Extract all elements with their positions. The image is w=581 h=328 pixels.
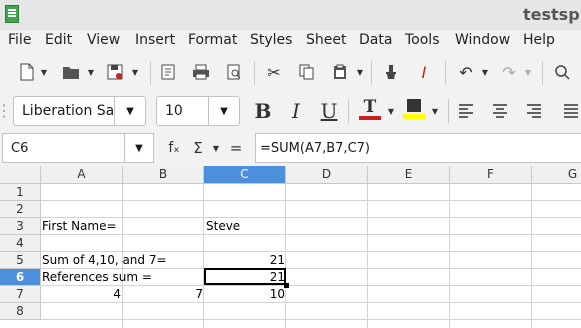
- menu-data[interactable]: Data: [359, 32, 392, 48]
- highlight-dropdown-icon[interactable]: ▼: [431, 99, 439, 123]
- menu-styles[interactable]: Styles: [250, 32, 292, 48]
- menu-format[interactable]: Format: [188, 32, 237, 48]
- active-cell-cursor: [204, 268, 286, 285]
- spreadsheet-grid[interactable]: A B C D E F G 1 2 3 4 5 6 7 8 First Name…: [0, 166, 581, 328]
- toolbar-grip-icon: ⋮: [0, 100, 12, 120]
- formatting-toolbar: ⋮ Liberation Sa ▼ 10 ▼ B I U T ▼ ▼: [0, 93, 581, 129]
- export-pdf-icon[interactable]: [157, 60, 179, 84]
- undo-dropdown-icon[interactable]: ▼: [481, 60, 489, 84]
- formula-equals-icon[interactable]: =: [228, 136, 244, 160]
- column-header-g[interactable]: G: [532, 166, 581, 184]
- column-header-a[interactable]: A: [41, 166, 123, 184]
- paste-dropdown-icon[interactable]: ▼: [356, 60, 364, 84]
- title-bar: testspr: [0, 0, 581, 30]
- autofill-handle[interactable]: [284, 283, 289, 288]
- font-color-icon[interactable]: T: [358, 97, 382, 121]
- font-size-value[interactable]: 10: [165, 103, 183, 119]
- font-size-box[interactable]: 10 ▼: [156, 96, 240, 126]
- bold-icon[interactable]: B: [252, 99, 274, 123]
- redo-icon[interactable]: ↷: [498, 60, 520, 84]
- new-dropdown-icon[interactable]: ▼: [40, 60, 48, 84]
- row-header-7[interactable]: 7: [0, 286, 41, 303]
- clear-formatting-icon[interactable]: I: [413, 60, 435, 84]
- row-header-3[interactable]: 3: [0, 218, 41, 235]
- column-header-e[interactable]: E: [368, 166, 450, 184]
- cell-b7[interactable]: 7: [123, 286, 203, 302]
- menu-edit[interactable]: Edit: [45, 32, 72, 48]
- align-center-icon[interactable]: [489, 99, 511, 123]
- row-header-1[interactable]: 1: [0, 184, 41, 201]
- new-document-icon[interactable]: [16, 60, 38, 84]
- font-name-value[interactable]: Liberation Sa: [22, 103, 114, 119]
- name-box[interactable]: C6 ▼: [2, 133, 154, 163]
- undo-icon[interactable]: ↶: [455, 60, 477, 84]
- cell-a3[interactable]: First Name=: [42, 218, 202, 234]
- column-header-f[interactable]: F: [450, 166, 532, 184]
- sum-dropdown-icon[interactable]: ▼: [212, 136, 220, 160]
- cell-a7[interactable]: 4: [41, 286, 121, 302]
- highlight-color-icon[interactable]: [402, 97, 426, 121]
- row-header-8[interactable]: 8: [0, 303, 41, 320]
- font-color-dropdown-icon[interactable]: ▼: [387, 99, 395, 123]
- column-header-d[interactable]: D: [286, 166, 368, 184]
- redo-dropdown-icon[interactable]: ▼: [524, 60, 532, 84]
- print-icon[interactable]: [190, 60, 212, 84]
- print-preview-icon[interactable]: [223, 60, 245, 84]
- cell-c7[interactable]: 10: [204, 286, 285, 302]
- cell-reference[interactable]: C6: [11, 141, 28, 156]
- menu-window[interactable]: Window: [455, 32, 510, 48]
- menu-tools[interactable]: Tools: [405, 32, 440, 48]
- menu-bar: File Edit View Insert Format Styles Shee…: [0, 30, 581, 52]
- cell-c3[interactable]: Steve: [206, 218, 284, 234]
- open-folder-icon[interactable]: [60, 60, 82, 84]
- name-box-dropdown-icon[interactable]: ▼: [124, 134, 153, 162]
- save-dropdown-icon[interactable]: ▼: [131, 60, 139, 84]
- function-wizard-icon[interactable]: fₓ: [165, 136, 183, 160]
- sum-icon[interactable]: Σ: [190, 136, 206, 160]
- font-size-dropdown-icon[interactable]: ▼: [208, 97, 239, 125]
- menu-file[interactable]: File: [8, 32, 31, 48]
- calc-app-icon: [5, 5, 19, 23]
- row-header-5[interactable]: 5: [0, 252, 41, 269]
- clone-formatting-icon[interactable]: [380, 60, 402, 84]
- font-name-box[interactable]: Liberation Sa ▼: [13, 96, 146, 126]
- menu-insert[interactable]: Insert: [135, 32, 175, 48]
- font-name-dropdown-icon[interactable]: ▼: [114, 97, 145, 125]
- standard-toolbar: ▼ ▼ ▼ ✂ ▼ I ↶ ▼ ↷ ▼: [0, 55, 581, 91]
- italic-icon[interactable]: I: [285, 99, 307, 123]
- menu-help[interactable]: Help: [523, 32, 555, 48]
- row-header-2[interactable]: 2: [0, 201, 41, 218]
- formula-bar: C6 ▼ fₓ Σ ▼ = =SUM(A7,B7,C7): [0, 131, 581, 165]
- formula-text[interactable]: =SUM(A7,B7,C7): [260, 141, 370, 156]
- justify-icon[interactable]: [560, 99, 581, 123]
- cell-a5[interactable]: Sum of 4,10, and 7=: [42, 252, 202, 268]
- formula-input[interactable]: =SUM(A7,B7,C7): [255, 133, 581, 163]
- cell-a6[interactable]: References sum =: [42, 269, 202, 285]
- align-right-icon[interactable]: [523, 99, 545, 123]
- paste-icon[interactable]: [329, 60, 351, 84]
- window-title: testspr: [523, 5, 581, 24]
- row-header-6[interactable]: 6: [0, 269, 41, 286]
- row-header-4[interactable]: 4: [0, 235, 41, 252]
- align-left-icon[interactable]: [455, 99, 477, 123]
- copy-icon[interactable]: [296, 60, 318, 84]
- menu-sheet[interactable]: Sheet: [306, 32, 346, 48]
- find-replace-icon[interactable]: [551, 60, 573, 84]
- cut-icon[interactable]: ✂: [263, 60, 285, 84]
- menu-view[interactable]: View: [87, 32, 120, 48]
- underline-icon[interactable]: U: [318, 99, 340, 123]
- select-all-corner[interactable]: [0, 166, 41, 184]
- cell-c5[interactable]: 21: [204, 252, 285, 268]
- open-dropdown-icon[interactable]: ▼: [87, 60, 95, 84]
- save-icon[interactable]: [104, 60, 126, 84]
- column-header-c[interactable]: C: [204, 166, 286, 184]
- column-header-b[interactable]: B: [123, 166, 204, 184]
